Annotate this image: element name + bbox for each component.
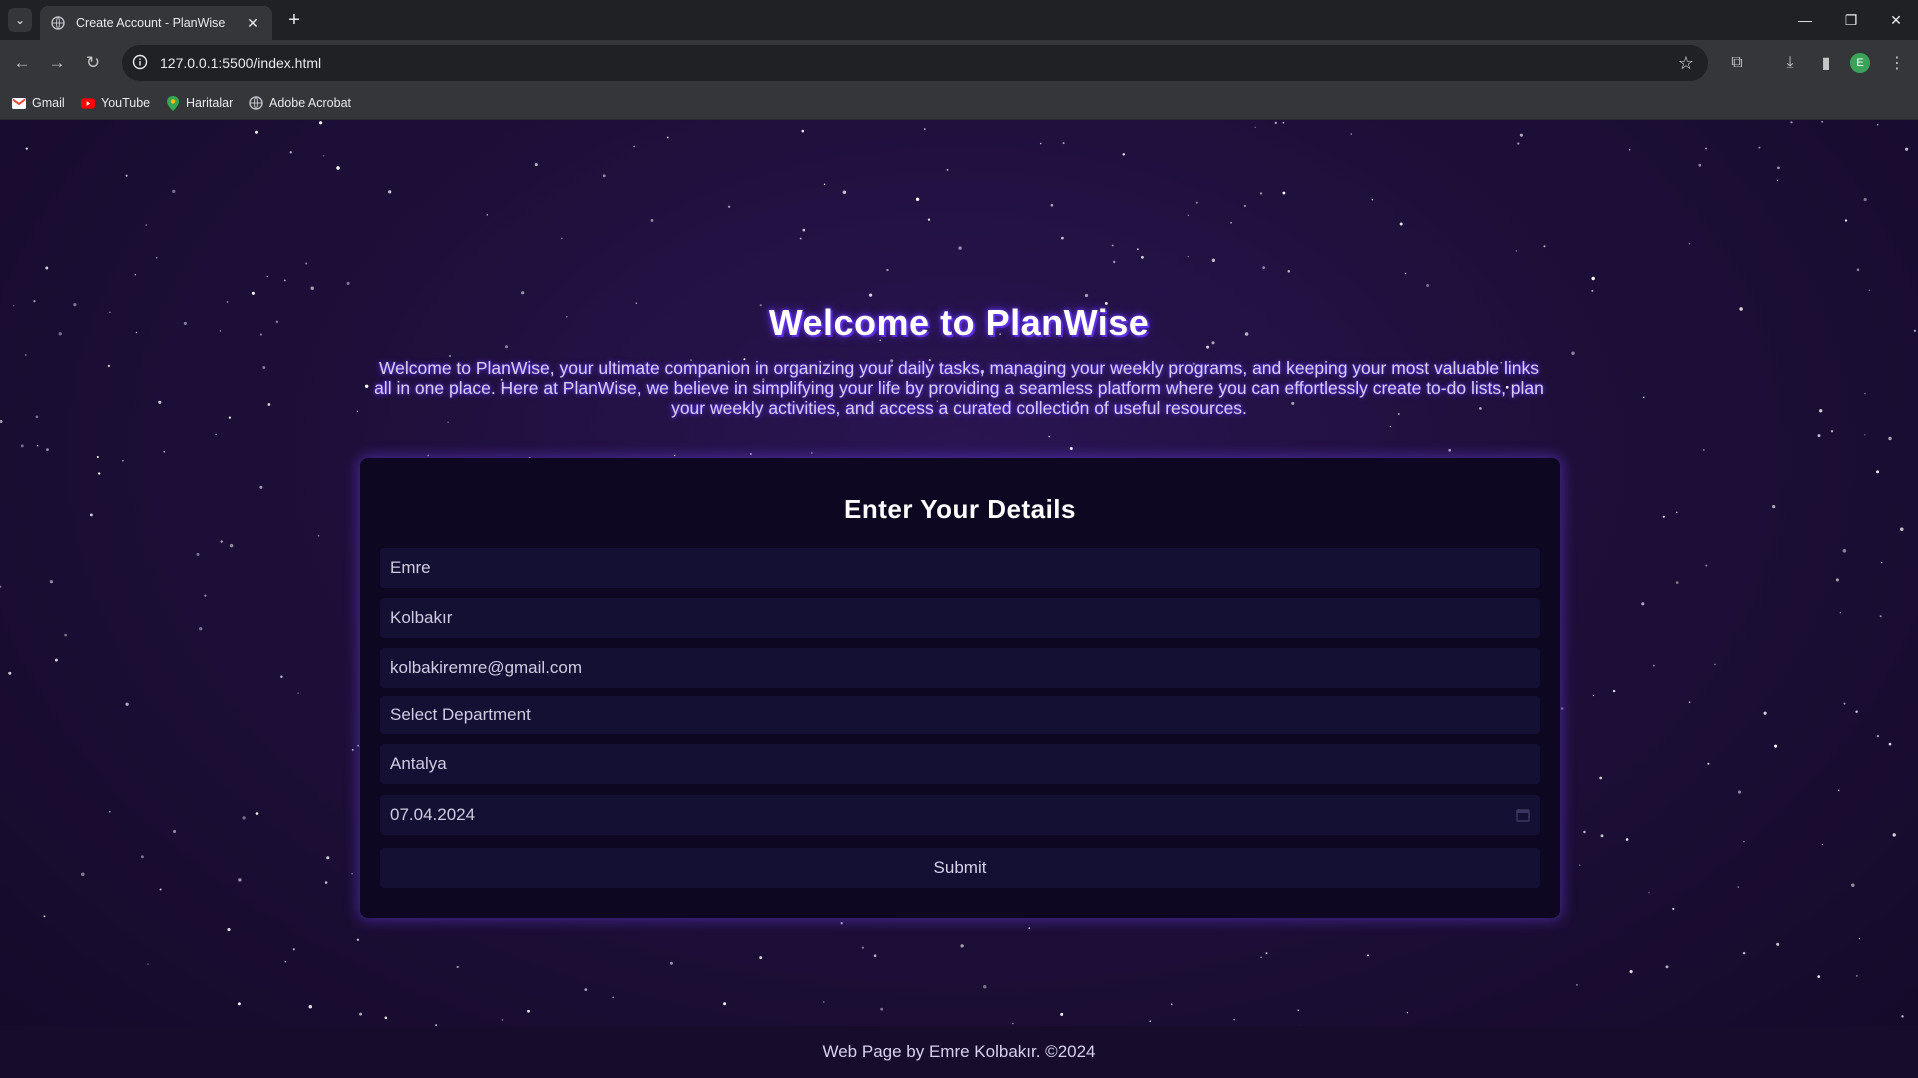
bookmark-label: Adobe Acrobat <box>269 96 352 110</box>
url-text: 127.0.0.1:5500/index.html <box>160 55 322 71</box>
minimize-button[interactable]: — <box>1785 6 1825 34</box>
reload-button[interactable]: ↻ <box>79 49 107 77</box>
close-tab-icon[interactable]: ✕ <box>244 15 262 32</box>
bookmarks-bar: Gmail YouTube Haritalar Adobe Acrobat <box>0 86 1918 120</box>
back-button[interactable]: ← <box>8 49 36 77</box>
youtube-icon <box>81 96 95 110</box>
last-name-value: Kolbakır <box>390 608 453 627</box>
first-name-value: Emre <box>390 558 431 577</box>
tab-title: Create Account - PlanWise <box>76 16 226 30</box>
department-value: Select Department <box>390 705 531 724</box>
restore-button[interactable]: ❐ <box>1831 6 1871 34</box>
forward-button[interactable]: → <box>43 49 71 77</box>
calendar-icon[interactable] <box>1516 808 1530 822</box>
browser-toolbar: ← → ↻ 127.0.0.1:5500/index.html ☆ ⧉ ⤓ ▮ … <box>0 40 1918 86</box>
browser-titlebar: ⌄ Create Account - PlanWise ✕ + — ❐ ✕ <box>0 0 1918 40</box>
email-field[interactable]: kolbakiremre@gmail.com <box>380 648 1540 688</box>
bookmark-youtube[interactable]: YouTube <box>81 94 150 112</box>
page-footer: Web Page by Emre Kolbakır. ©2024 <box>0 1026 1918 1078</box>
globe-icon <box>249 96 263 110</box>
globe-icon <box>50 15 66 31</box>
close-window-button[interactable]: ✕ <box>1876 6 1916 34</box>
city-value: Antalya <box>390 754 447 773</box>
menu-kebab-icon[interactable]: ⋮ <box>1883 49 1911 77</box>
intro-paragraph: Welcome to PlanWise, your ultimate compa… <box>374 358 1544 418</box>
site-info-icon[interactable] <box>132 54 150 72</box>
bookmark-star-icon[interactable]: ☆ <box>1678 53 1694 74</box>
form-title: Enter Your Details <box>844 494 1076 524</box>
submit-button[interactable]: Submit <box>380 848 1540 888</box>
department-select[interactable]: Select Department <box>380 696 1540 734</box>
last-name-field[interactable]: Kolbakır <box>380 598 1540 638</box>
bookmark-adobe-acrobat[interactable]: Adobe Acrobat <box>249 94 351 112</box>
profile-avatar[interactable]: E <box>1850 53 1870 73</box>
browser-tab[interactable]: Create Account - PlanWise ✕ <box>40 6 272 40</box>
date-field[interactable]: 07.04.2024 <box>380 795 1540 835</box>
details-form-card: Enter Your Details Emre Kolbakır kolbaki… <box>360 458 1560 918</box>
bookmark-maps[interactable]: Haritalar <box>166 94 233 112</box>
address-bar[interactable]: 127.0.0.1:5500/index.html ☆ <box>122 45 1708 81</box>
tab-search-button[interactable]: ⌄ <box>8 8 32 32</box>
first-name-field[interactable]: Emre <box>380 548 1540 588</box>
city-field[interactable]: Antalya <box>380 744 1540 784</box>
gmail-icon <box>12 96 26 110</box>
maps-icon <box>166 95 180 111</box>
date-value: 07.04.2024 <box>390 805 476 824</box>
bookmark-label: YouTube <box>101 96 151 110</box>
email-value: kolbakiremre@gmail.com <box>390 658 583 677</box>
side-panel-icon[interactable]: ▮ <box>1812 49 1840 77</box>
bookmark-gmail[interactable]: Gmail <box>12 94 65 112</box>
page-title: Welcome to PlanWise <box>768 302 1150 343</box>
bookmark-label: Gmail <box>32 96 65 110</box>
download-icon[interactable]: ⤓ <box>1776 49 1804 77</box>
bookmark-label: Haritalar <box>186 96 234 110</box>
extensions-icon[interactable]: ⧉ <box>1723 49 1751 77</box>
new-tab-button[interactable]: + <box>282 8 306 32</box>
page-viewport: Welcome to PlanWise Welcome to PlanWise,… <box>0 120 1918 1078</box>
